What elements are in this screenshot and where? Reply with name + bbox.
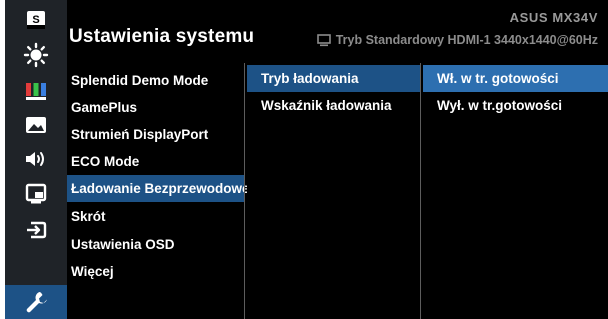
- brightness-icon[interactable]: [5, 38, 67, 72]
- menu-item-charging-mode[interactable]: Tryb ładowania: [247, 65, 420, 92]
- menu-item-eco-mode[interactable]: ECO Mode: [67, 148, 244, 175]
- menu-item-displayport-stream[interactable]: Strumień DisplayPort: [67, 121, 244, 148]
- color-bars-icon[interactable]: [5, 74, 67, 108]
- menu-level3: Wł. w tr. gotowości Wył. w tr.gotowości: [423, 63, 608, 319]
- pip-icon[interactable]: [5, 177, 67, 211]
- splendid-s-icon[interactable]: S: [5, 3, 67, 37]
- osd-menu: S Ustawienia systemu ASUS MX34V Tryb Sta…: [5, 0, 608, 319]
- column-divider: [420, 63, 421, 319]
- option-off-in-standby[interactable]: Wył. w tr.gotowości: [423, 92, 608, 119]
- model-name: ASUS MX34V: [509, 10, 598, 25]
- svg-text:S: S: [32, 14, 39, 26]
- page-title: Ustawienia systemu: [69, 26, 255, 47]
- wrench-icon[interactable]: [5, 285, 67, 319]
- monitor-icon: [316, 33, 331, 47]
- menu-item-charging-indicator[interactable]: Wskaźnik ładowania: [247, 92, 420, 119]
- menu-level1: Splendid Demo Mode GamePlus Strumień Dis…: [67, 63, 250, 319]
- column-divider: [244, 63, 245, 319]
- image-icon[interactable]: [5, 108, 67, 142]
- menu-item-splendid-demo-mode[interactable]: Splendid Demo Mode: [67, 67, 244, 94]
- header: Ustawienia systemu ASUS MX34V Tryb Stand…: [67, 0, 608, 58]
- icon-rail: S: [5, 0, 67, 319]
- menu-level2: Tryb ładowania Wskaźnik ładowania: [247, 63, 420, 319]
- menu-item-more[interactable]: Więcej: [67, 258, 244, 285]
- option-on-in-standby[interactable]: Wł. w tr. gotowości: [423, 65, 608, 92]
- speaker-icon[interactable]: [5, 142, 67, 176]
- menu-item-wireless-charging[interactable]: Ładowanie Bezprzewodowe: [67, 175, 250, 202]
- menu-item-gameplus[interactable]: GamePlus: [67, 94, 244, 121]
- status-line: Tryb Standardowy HDMI-1 3440x1440@60Hz: [316, 33, 598, 47]
- menu-item-shortcut[interactable]: Skrót: [67, 203, 244, 230]
- status-text: Tryb Standardowy HDMI-1 3440x1440@60Hz: [335, 33, 598, 47]
- input-select-icon[interactable]: [5, 213, 67, 247]
- menu-item-osd-settings[interactable]: Ustawienia OSD: [67, 231, 244, 258]
